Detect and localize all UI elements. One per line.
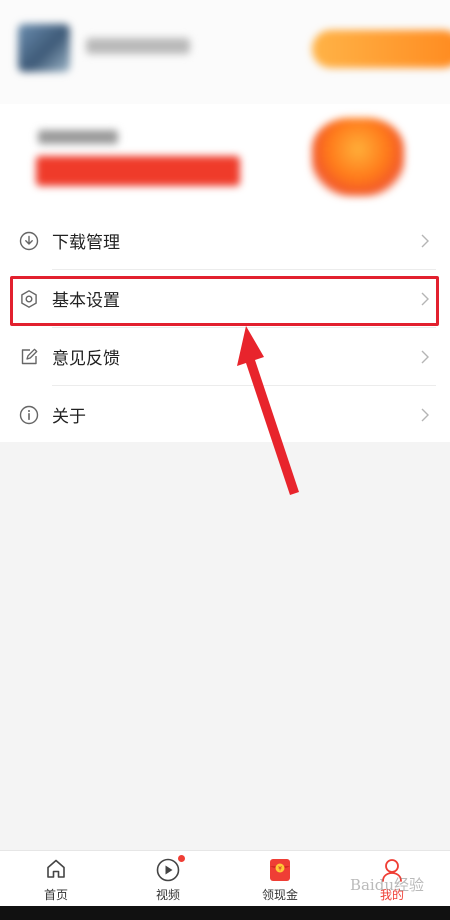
menu-item-download-manager[interactable]: 下载管理 <box>0 212 450 269</box>
play-circle-icon <box>155 857 181 887</box>
sign-in-button-blurred[interactable] <box>312 30 450 68</box>
tab-home[interactable]: 首页 <box>16 851 96 907</box>
chevron-right-icon <box>420 407 430 423</box>
tab-video[interactable]: 视频 <box>128 851 208 907</box>
menu-item-label: 下载管理 <box>52 233 120 253</box>
tab-label: 视频 <box>155 888 180 902</box>
tab-label: 领现金 <box>261 888 298 902</box>
chevron-right-icon <box>420 233 430 249</box>
promo-subtitle-blurred <box>38 130 118 144</box>
notification-badge <box>178 855 185 862</box>
system-nav-bar <box>0 906 450 920</box>
tab-label: 首页 <box>43 888 68 902</box>
info-circle-icon <box>19 405 39 425</box>
red-envelope-icon: ¥ <box>268 857 292 887</box>
svg-text:¥: ¥ <box>278 866 282 873</box>
download-circle-icon <box>19 231 39 251</box>
avatar[interactable] <box>18 24 70 72</box>
annotation-arrow-icon <box>237 326 299 495</box>
menu-item-label: 关于 <box>52 407 86 427</box>
tab-earn-cash[interactable]: ¥ 领现金 <box>240 851 320 907</box>
menu-item-label: 意见反馈 <box>52 349 120 369</box>
watermark: Baidu经验 <box>349 876 424 894</box>
promo-coin-illustration <box>312 118 404 196</box>
chevron-right-icon <box>420 349 430 365</box>
profile-header <box>0 0 450 212</box>
edit-feedback-icon <box>19 347 39 367</box>
username-blurred <box>86 38 190 54</box>
promo-title-blurred <box>36 156 240 186</box>
annotation-highlight-box <box>10 276 439 326</box>
home-icon <box>44 857 68 885</box>
